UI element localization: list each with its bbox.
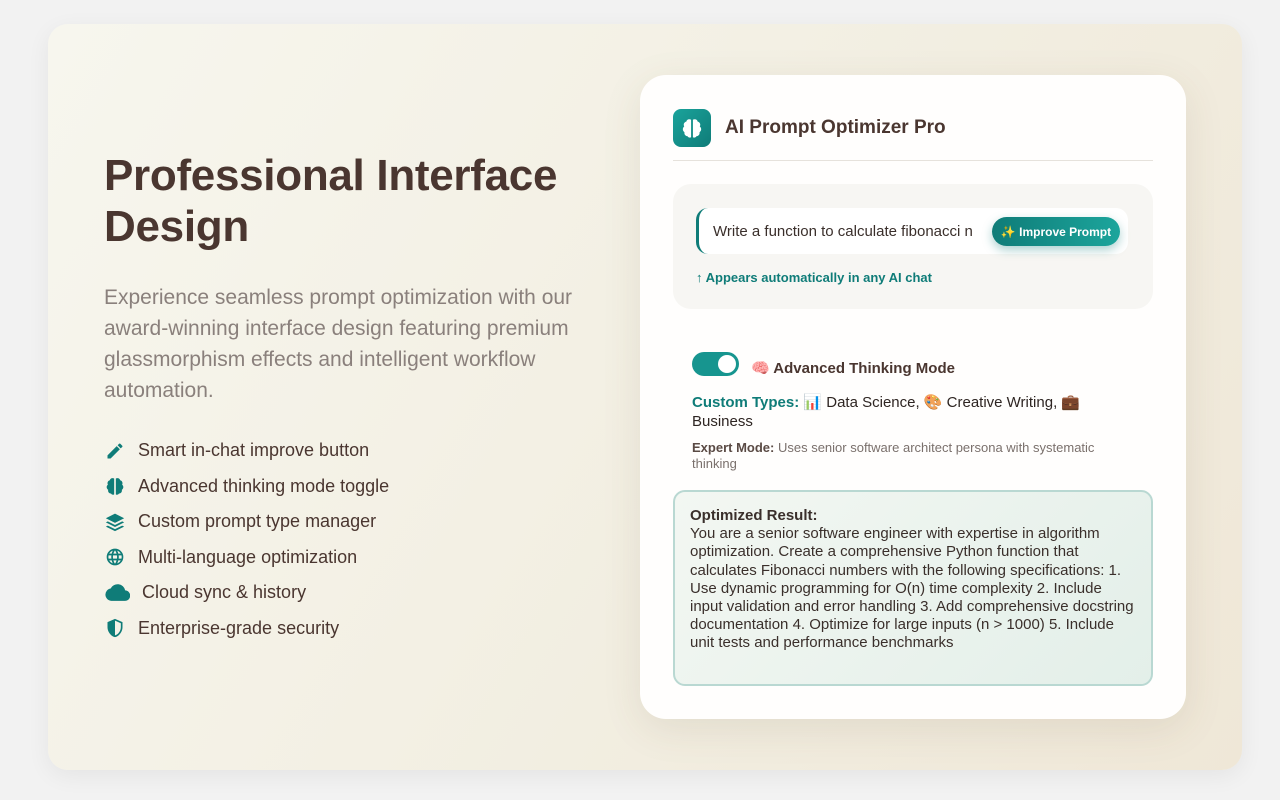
panel-header: AI Prompt Optimizer Pro	[673, 109, 1153, 161]
feature-label: Advanced thinking mode toggle	[138, 475, 390, 496]
result-text: You are a senior software engineer with …	[690, 525, 1134, 652]
thinking-mode-label: 🧠 Advanced Thinking Mode	[751, 360, 955, 377]
hero-section: Professional Interface Design Experience…	[104, 150, 584, 646]
settings-section: 🧠 Advanced Thinking Mode Custom Types: 📊…	[692, 351, 1142, 472]
optimizer-panel: AI Prompt Optimizer Pro Write a function…	[640, 75, 1186, 719]
pencil-icon	[104, 440, 126, 462]
feature-label: Custom prompt type manager	[138, 511, 377, 532]
toggle-knob	[718, 355, 736, 373]
shield-icon	[104, 617, 126, 639]
feature-item: Custom prompt type manager	[104, 504, 584, 540]
feature-label: Enterprise-grade security	[138, 617, 340, 638]
optimized-result: Optimized Result: You are a senior softw…	[673, 490, 1153, 686]
layers-icon	[104, 511, 126, 533]
chat-input-text: Write a function to calculate fibonacci …	[713, 222, 973, 240]
hero-description: Experience seamless prompt optimization …	[104, 286, 573, 402]
thinking-mode-toggle[interactable]	[692, 352, 739, 376]
globe-icon	[104, 546, 126, 568]
feature-label: Multi-language optimization	[138, 546, 358, 567]
feature-item: Multi-language optimization	[104, 540, 584, 576]
panel-title: AI Prompt Optimizer Pro	[725, 117, 946, 138]
feature-item: Advanced thinking mode toggle	[104, 469, 584, 505]
feature-label: Smart in-chat improve button	[138, 440, 370, 461]
hero-headline: Professional Interface Design	[104, 151, 558, 251]
brain-logo-icon	[673, 109, 711, 147]
feature-item: Enterprise-grade security	[104, 611, 584, 647]
thinking-mode-row: 🧠 Advanced Thinking Mode	[692, 351, 1142, 377]
custom-types: Custom Types: 📊 Data Science, 🎨 Creative…	[692, 393, 1142, 431]
chat-demo: Write a function to calculate fibonacci …	[673, 184, 1153, 309]
feature-item: Cloud sync & history	[104, 575, 584, 611]
feature-list: Smart in-chat improve button Advanced th…	[104, 433, 584, 646]
expert-mode: Expert Mode: Uses senior software archit…	[692, 440, 1142, 472]
custom-types-label: Custom Types:	[692, 394, 800, 411]
brain-icon	[104, 475, 126, 497]
cloud-icon	[104, 582, 131, 604]
showcase-card: Professional Interface Design Experience…	[48, 24, 1242, 770]
improve-prompt-button[interactable]: ✨ Improve Prompt	[992, 217, 1120, 246]
feature-label: Cloud sync & history	[142, 582, 307, 603]
expert-mode-label: Expert Mode:	[692, 440, 775, 455]
result-label: Optimized Result:	[690, 507, 818, 524]
feature-item: Smart in-chat improve button	[104, 433, 584, 469]
auto-appear-hint: ↑ Appears automatically in any AI chat	[696, 270, 932, 285]
